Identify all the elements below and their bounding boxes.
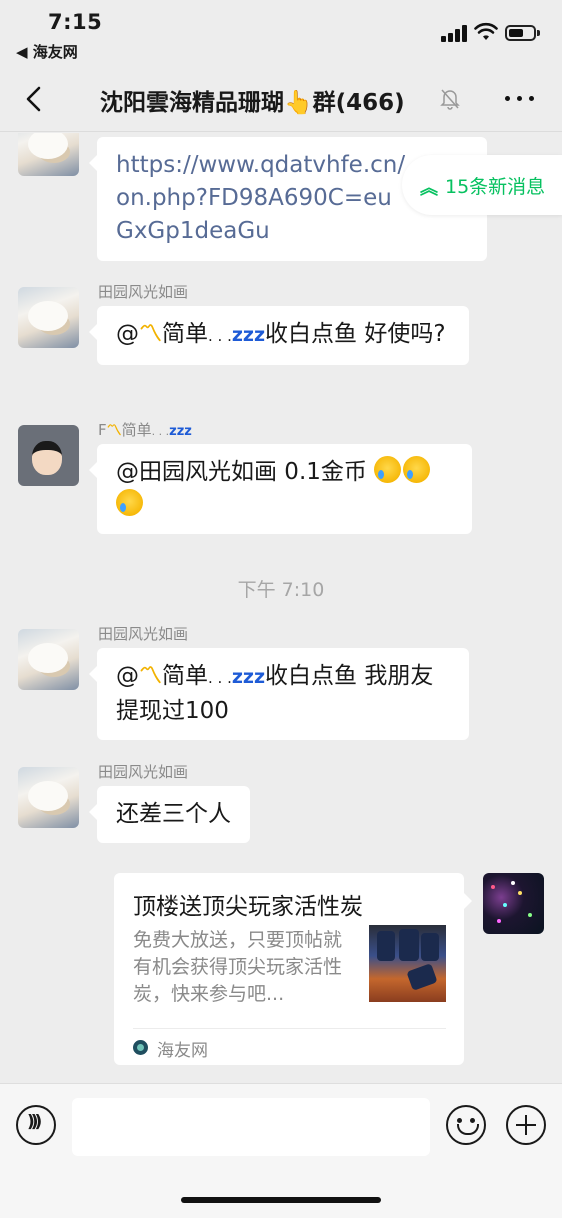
sender-name: 田园风光如画 — [98, 625, 189, 643]
timestamp: 下午 7:10 — [237, 579, 325, 601]
sender-name: 田园风光如画 — [98, 763, 189, 781]
avatar[interactable] — [18, 767, 79, 828]
new-messages-button[interactable]: ︽ 15条新消息 — [402, 155, 562, 215]
new-messages-label: 15条新消息 — [445, 176, 546, 198]
crying-laughing-emoji-icon — [374, 456, 402, 483]
voice-icon[interactable] — [16, 1105, 56, 1145]
crying-laughing-emoji-icon — [116, 489, 143, 516]
message-bubble[interactable]: @〽简单. . .zzz收白点鱼 好使吗? — [89, 306, 469, 365]
card-divider — [133, 1028, 446, 1029]
avatar[interactable] — [18, 629, 79, 690]
message-text: 还差三个人 — [116, 801, 231, 827]
avatar[interactable] — [18, 287, 79, 348]
cellular-signal-icon — [441, 24, 469, 42]
chevron-left-icon[interactable] — [22, 86, 46, 112]
chat-title: 沈阳雲海精品珊瑚👆群(466) — [100, 90, 405, 116]
battery-icon — [505, 25, 540, 41]
message-bubble[interactable]: @〽简单. . .zzz收白点鱼 我朋友提现过100 — [89, 648, 469, 740]
source-logo-icon — [133, 1040, 148, 1055]
sender-name: F〽简单. . .zzz — [98, 421, 192, 439]
card-source: 海友网 — [157, 1041, 208, 1061]
shared-link-card[interactable]: 顶楼送顶尖玩家活性炭 免费大放送，只要顶帖就有机会获得顶尖玩家活性炭，快来参与吧… — [114, 873, 472, 1065]
home-indicator[interactable] — [181, 1197, 381, 1203]
message-bubble[interactable]: 还差三个人 — [89, 786, 250, 843]
avatar[interactable] — [18, 133, 79, 176]
message-bubble[interactable]: @田园风光如画 0.1金币 — [89, 444, 472, 534]
crying-laughing-emoji-icon — [403, 456, 431, 483]
avatar[interactable] — [483, 873, 544, 934]
card-title: 顶楼送顶尖玩家活性炭 — [133, 894, 363, 920]
avatar[interactable] — [18, 425, 79, 486]
message-text: @田园风光如画 0.1金币 — [116, 456, 432, 518]
card-thumbnail — [369, 925, 446, 1002]
message-text: @〽简单. . .zzz收白点鱼 好使吗? — [116, 321, 446, 347]
back-to-app-link[interactable]: ◀ 海友网 — [16, 41, 78, 62]
message-list[interactable]: https://www.qdatvhfe.cn/ on.php?FD98A690… — [0, 133, 562, 1083]
message-text: @〽简单. . .zzz收白点鱼 我朋友提现过100 — [116, 663, 434, 724]
emoji-icon[interactable] — [446, 1105, 486, 1145]
chat-header: 沈阳雲海精品珊瑚👆群(466) — [0, 66, 562, 132]
status-bar: 7:15 ◀ 海友网 — [0, 0, 562, 66]
sender-name: 田园风光如画 — [98, 283, 189, 301]
status-time: 7:15 — [48, 10, 103, 34]
card-description: 免费大放送，只要顶帖就有机会获得顶尖玩家活性炭，快来参与吧... — [133, 929, 343, 1005]
wifi-icon — [474, 22, 498, 40]
ellipsis-icon[interactable] — [505, 96, 535, 102]
message-input[interactable] — [72, 1098, 430, 1156]
double-chevron-up-icon: ︽ — [420, 178, 438, 199]
bell-slash-icon — [440, 89, 460, 110]
plus-icon[interactable] — [506, 1105, 546, 1145]
